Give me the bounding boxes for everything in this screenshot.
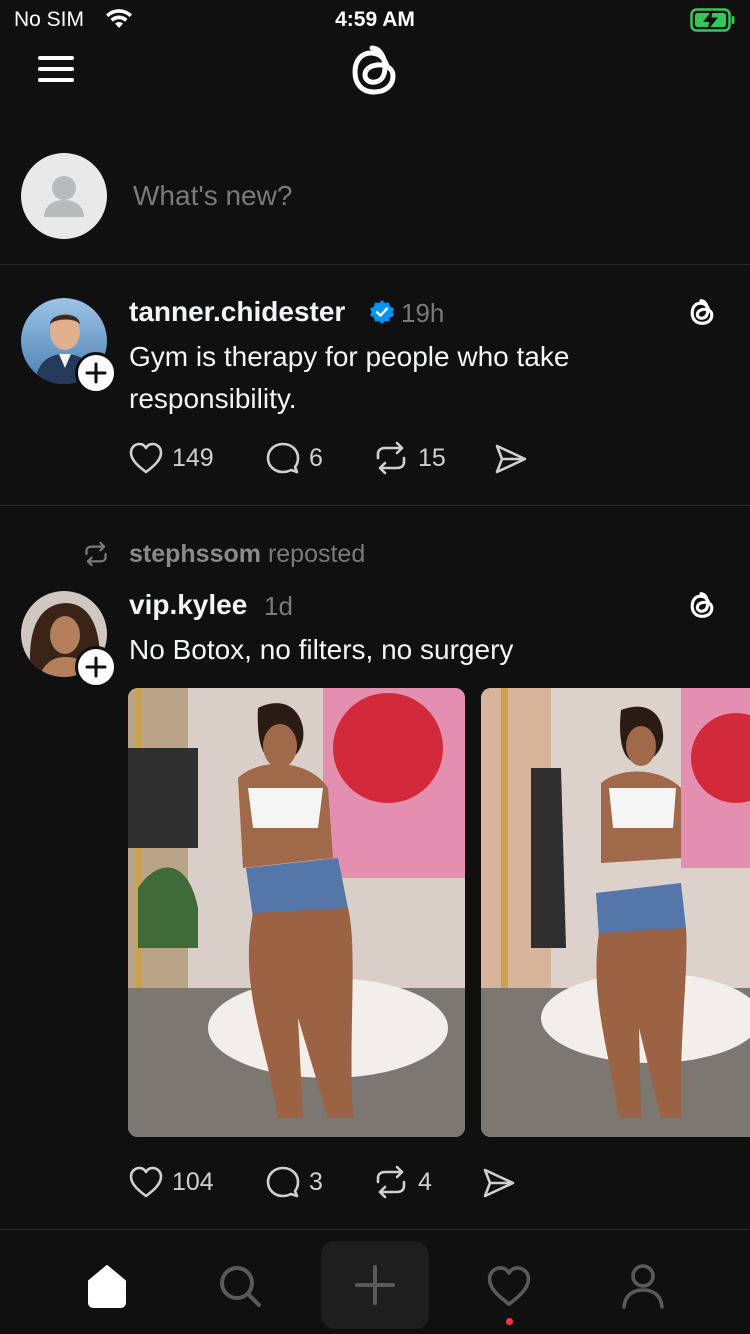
like-button[interactable]: 149 [128, 441, 214, 475]
tab-search[interactable] [210, 1258, 270, 1314]
post-photo[interactable] [128, 688, 465, 1137]
post-time: 1d [264, 591, 293, 621]
composer-avatar[interactable] [21, 153, 107, 239]
like-button[interactable]: 104 [128, 1165, 214, 1199]
status-bar: No SIM 4:59 AM [0, 0, 750, 40]
heart-icon [487, 1266, 531, 1306]
activity-badge [506, 1318, 513, 1325]
threads-logo-icon[interactable] [343, 40, 405, 109]
comment-button[interactable]: 6 [265, 441, 323, 475]
comment-icon [266, 1166, 300, 1198]
post-photo[interactable] [481, 688, 750, 1137]
comment-count: 3 [309, 1167, 323, 1196]
tab-activity[interactable] [479, 1258, 539, 1314]
follow-plus-button[interactable] [75, 646, 117, 688]
post-text: Gym is therapy for people who take respo… [129, 336, 569, 420]
profile-icon [622, 1264, 664, 1309]
comment-icon [266, 442, 300, 474]
home-icon [88, 1265, 126, 1308]
repost-button[interactable]: 15 [372, 441, 446, 475]
repost-icon [376, 441, 406, 475]
status-time: 4:59 AM [335, 8, 415, 31]
post-username[interactable]: tanner.chidester [129, 296, 345, 328]
divider [0, 264, 750, 265]
repost-label: stephssom reposted [129, 540, 365, 569]
post-username[interactable]: vip.kylee [129, 589, 247, 621]
like-count: 104 [172, 1167, 214, 1196]
comment-button[interactable]: 3 [265, 1165, 323, 1199]
plus-icon [85, 656, 107, 678]
tab-profile[interactable] [613, 1258, 673, 1314]
post-time: 19h [401, 298, 445, 328]
post-text: No Botox, no filters, no surgery [129, 634, 514, 665]
comment-count: 6 [309, 443, 323, 472]
send-icon [483, 1168, 515, 1198]
follow-plus-button[interactable] [75, 352, 117, 394]
send-icon [495, 444, 527, 474]
repost-icon [376, 1165, 406, 1199]
share-button[interactable] [482, 1167, 516, 1199]
repost-button[interactable]: 4 [372, 1165, 432, 1199]
default-avatar-icon [44, 176, 84, 217]
post-text-line: Gym is therapy for people who take [129, 341, 570, 372]
reposted-text: reposted [267, 540, 366, 568]
like-count: 149 [172, 443, 214, 472]
heart-icon [129, 442, 163, 474]
composer-input[interactable]: What's new? [133, 180, 292, 212]
reposted-by-username[interactable]: stephssom [129, 540, 261, 568]
repost-indicator-icon [82, 540, 110, 573]
tab-home[interactable] [77, 1258, 137, 1314]
divider [0, 1229, 750, 1230]
threads-icon[interactable] [686, 296, 718, 335]
plus-icon [355, 1265, 395, 1305]
menu-button[interactable] [36, 52, 76, 86]
verified-badge-icon [369, 299, 395, 330]
post-text-line: responsibility. [129, 383, 297, 414]
tab-create[interactable] [321, 1241, 429, 1329]
repost-count: 15 [418, 443, 446, 472]
battery-charging-icon [690, 8, 736, 37]
share-button[interactable] [494, 443, 528, 475]
repost-count: 4 [418, 1167, 432, 1196]
threads-icon[interactable] [686, 589, 718, 628]
search-icon [220, 1266, 261, 1307]
plus-icon [85, 362, 107, 384]
heart-icon [129, 1166, 163, 1198]
divider [0, 505, 750, 506]
